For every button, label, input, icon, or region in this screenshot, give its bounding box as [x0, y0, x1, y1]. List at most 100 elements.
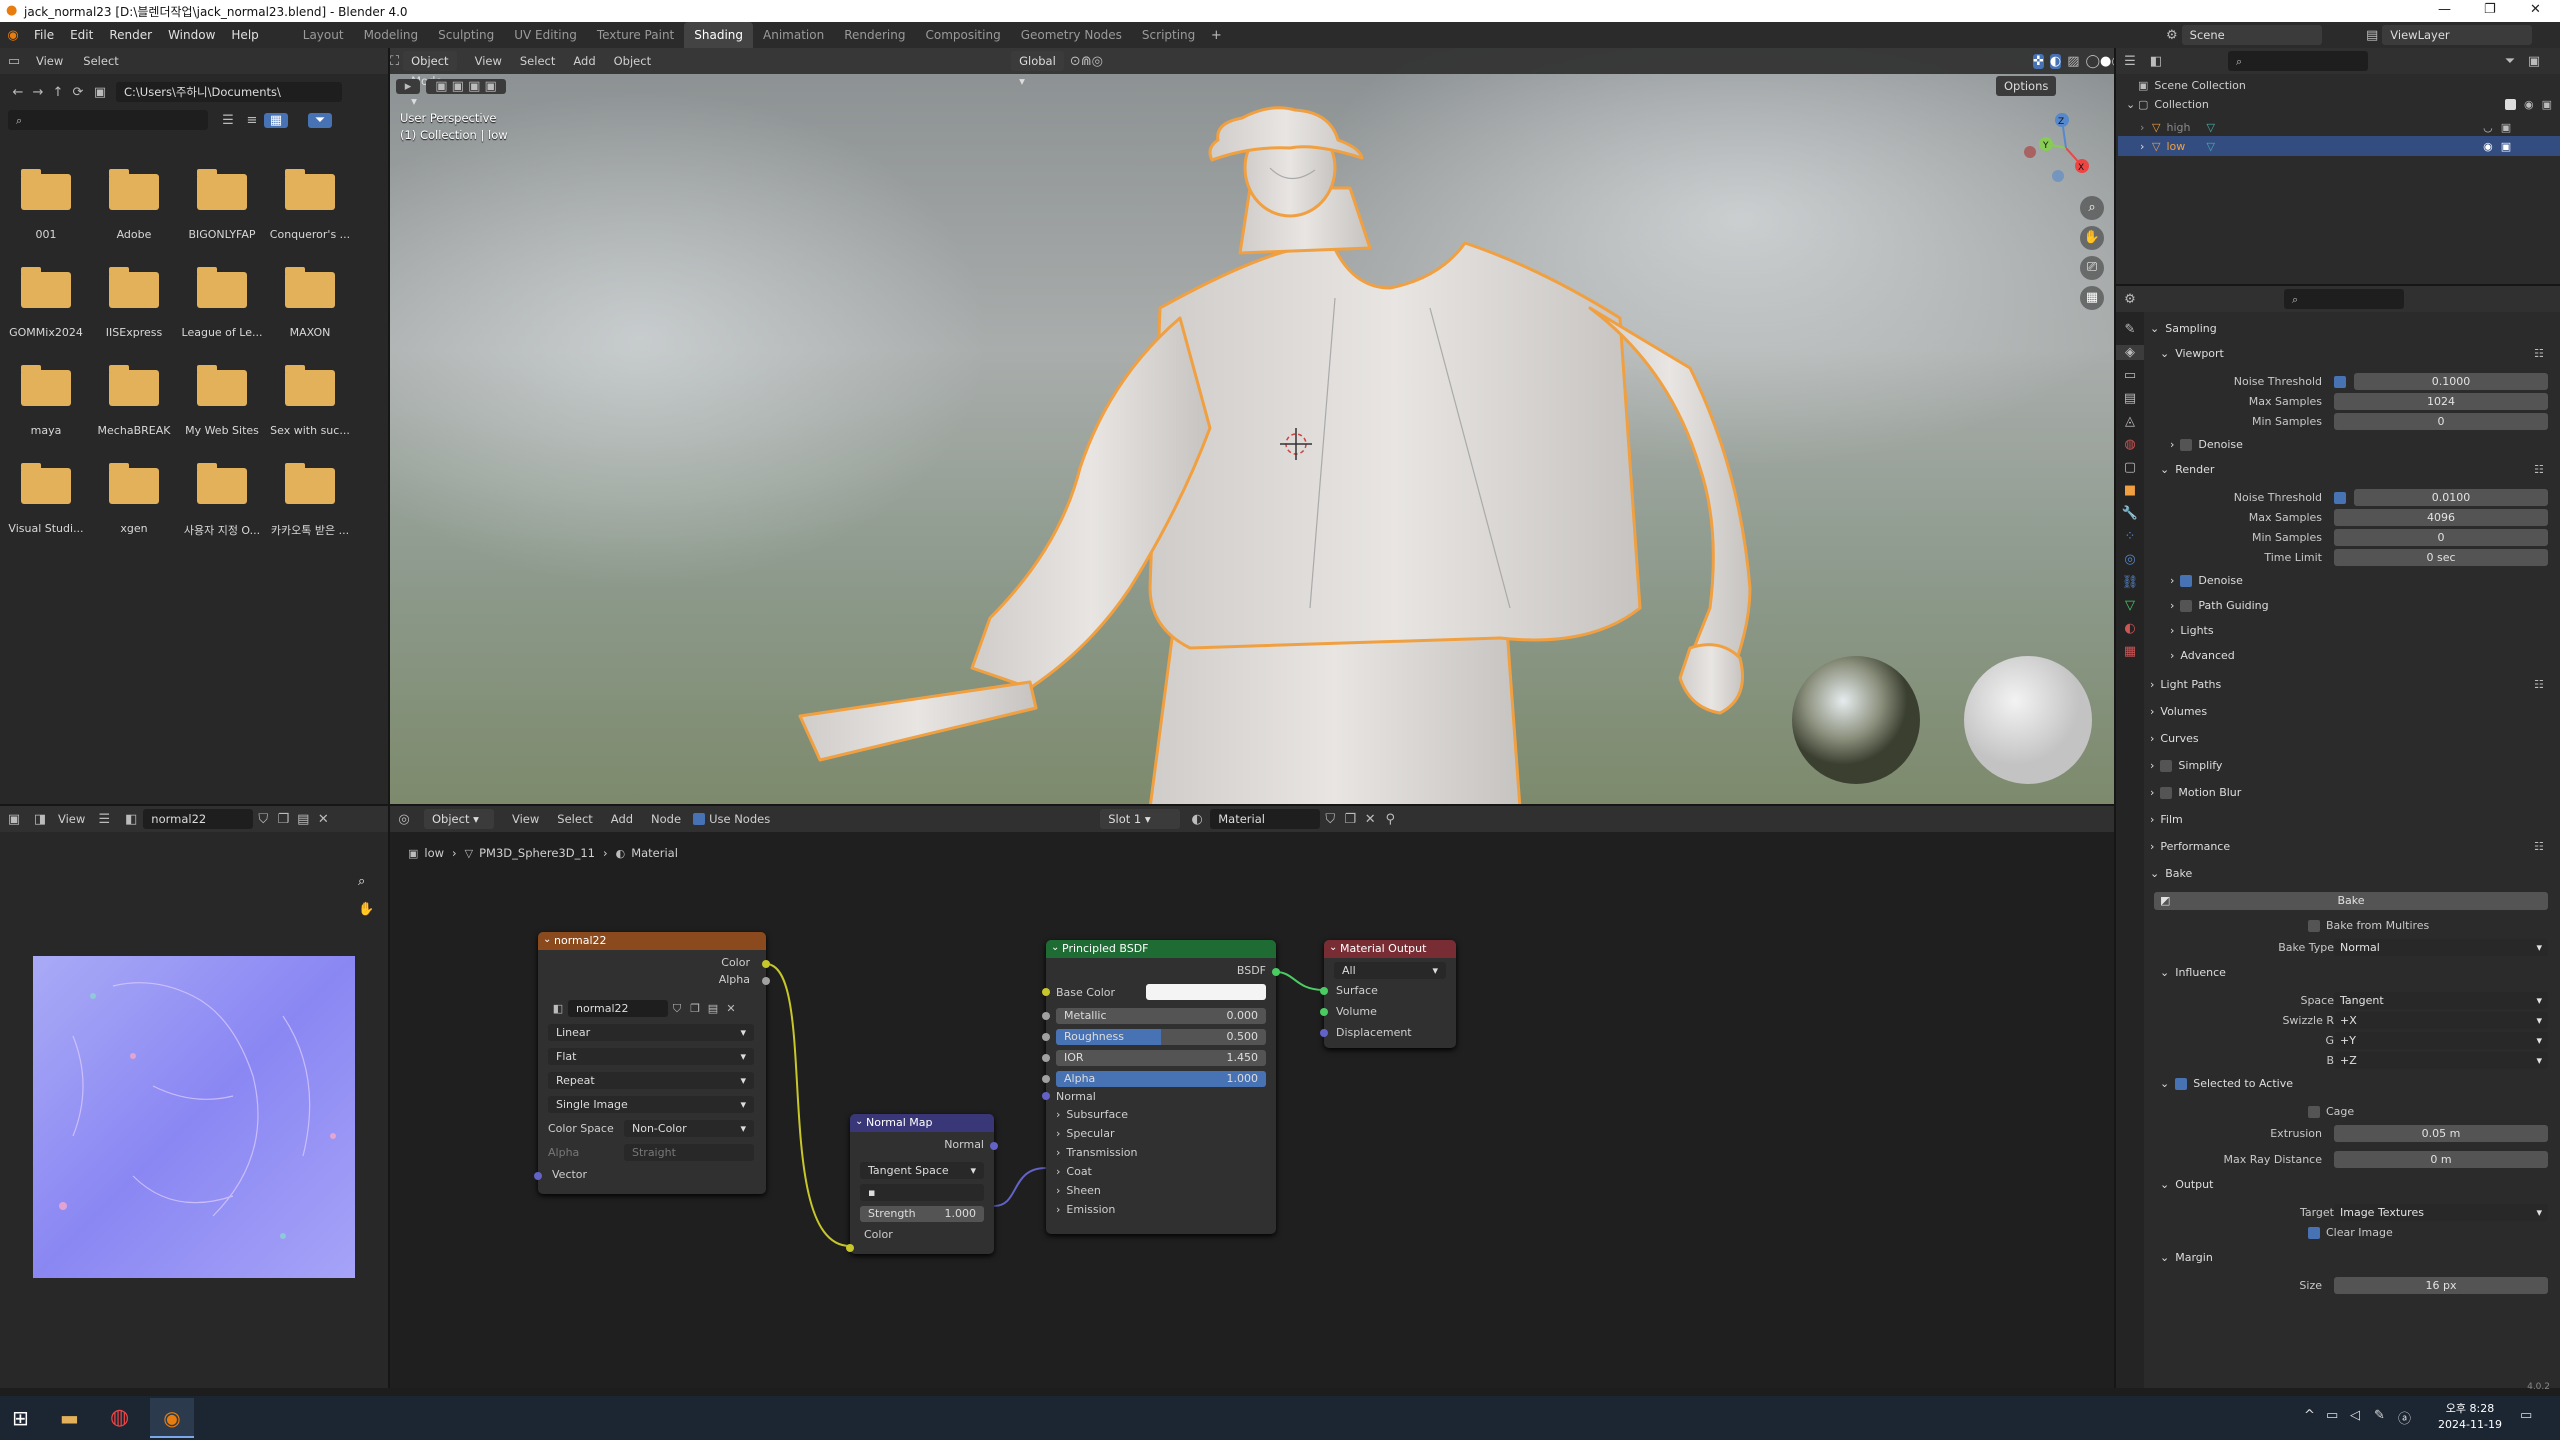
image-browse-icon[interactable]: ◧ — [119, 812, 143, 827]
open-folder-icon[interactable]: ▤ — [293, 812, 313, 827]
menu-edit[interactable]: Edit — [62, 22, 101, 48]
section-light-paths[interactable]: › Light Paths — [2150, 678, 2221, 691]
collection-exclude-checkbox[interactable] — [2504, 99, 2516, 110]
expand-arrow-icon[interactable]: › — [2140, 121, 2152, 134]
image-selector[interactable]: ◧ normal22 ⛉ ❐ ▤ ✕ — [548, 1000, 740, 1017]
bsdf-panel-sheen[interactable]: › Sheen — [1056, 1184, 1101, 1197]
bsdf-field-roughness[interactable]: Roughness 0.500 — [1056, 1029, 1266, 1045]
outliner-item-low[interactable]: › ▽ low ▽ ◉ ▣ — [2118, 136, 2560, 156]
workspace-tab-uv-editing[interactable]: UV Editing — [504, 22, 587, 48]
outliner-search-input[interactable]: ⌕ — [2228, 51, 2368, 71]
folder-item[interactable]: Sex with suc... — [266, 354, 354, 452]
forward-arrow-icon[interactable]: → — [28, 85, 48, 100]
out-color-socket[interactable] — [762, 960, 770, 968]
scene-tab-icon[interactable]: ◬ — [2116, 414, 2144, 429]
folder-item[interactable]: IISExpress — [90, 256, 178, 354]
filter-icon[interactable]: ⏷ — [2498, 54, 2522, 69]
folder-item[interactable]: GOMMix2024 — [2, 256, 90, 354]
scene-selector[interactable]: ⚙ Scene — [2166, 25, 2322, 45]
bsdf-panel-emission[interactable]: › Emission — [1056, 1203, 1115, 1216]
area-divider[interactable] — [0, 804, 2114, 806]
prop-value-field[interactable]: 1024 — [2334, 393, 2548, 410]
world-tab-icon[interactable]: ◍ — [2116, 437, 2144, 452]
bsdf-field-metallic[interactable]: Metallic 0.000 — [1056, 1008, 1266, 1024]
section-performance[interactable]: › Performance — [2150, 840, 2230, 853]
bsdf-panel-coat[interactable]: › Coat — [1056, 1165, 1092, 1178]
shader-node-editor[interactable]: ◎ Object ▾ View Select Add Node Use Nodes S… — [390, 806, 2114, 1388]
base-color-swatch[interactable] — [1146, 984, 1266, 1000]
output-target-dropdown[interactable]: All ▾ — [1334, 962, 1446, 979]
bsdf-input-socket[interactable] — [1042, 1012, 1050, 1020]
bsdf-output-socket[interactable] — [1272, 968, 1280, 976]
section-simplify[interactable]: › Simplify — [2150, 759, 2222, 772]
section-render[interactable]: ⌄ Render — [2160, 463, 2214, 476]
render-camera-icon[interactable]: ▣ — [2497, 121, 2515, 134]
bsdf-panel-subsurface[interactable]: › Subsurface — [1056, 1108, 1128, 1121]
folder-item[interactable]: Adobe — [90, 158, 178, 256]
object-tab-icon[interactable]: ■ — [2116, 483, 2144, 498]
section-r-advanced[interactable]: › Advanced — [2170, 649, 2235, 662]
section-selected-to-active[interactable]: ⌄ Selected to Active — [2160, 1077, 2293, 1090]
editor-type-icon[interactable]: ☰ — [2116, 54, 2144, 69]
open-folder-icon[interactable]: ▤ — [704, 1002, 722, 1015]
bsdf-field-alpha[interactable]: Alpha 1.000 — [1056, 1071, 1266, 1087]
folder-item[interactable]: BIGONLYFAP — [178, 158, 266, 256]
minimize-icon[interactable]: — — [2438, 2, 2451, 17]
prop-value-field[interactable]: 0 sec — [2334, 549, 2548, 566]
file-select-menu[interactable]: Select — [83, 54, 118, 68]
material-output-node[interactable]: Material Output ⌄ All ▾ Surface Volume Disp… — [1320, 940, 1456, 1048]
prop-value-field[interactable]: Normal ▾ — [2334, 939, 2548, 956]
bsdf-field-ior[interactable]: IOR 1.450 — [1056, 1050, 1266, 1066]
chrome-icon[interactable]: ◍ — [110, 1405, 129, 1430]
bsdf-panel-specular[interactable]: › Specular — [1056, 1127, 1114, 1140]
ime-icon[interactable]: ⓐ — [2398, 1408, 2411, 1427]
list-menu-icon[interactable]: ☷ — [2534, 840, 2544, 853]
section-margin[interactable]: ⌄ Margin — [2160, 1251, 2213, 1264]
menu-window[interactable]: Window — [160, 22, 223, 48]
bsdf-input-socket[interactable] — [1042, 1054, 1050, 1062]
area-divider[interactable] — [2114, 48, 2116, 1388]
extension-dropdown[interactable]: Repeat ▾ — [548, 1072, 754, 1089]
normal-map-node[interactable]: Normal Map ⌄ Normal Tangent Space ▾ ▪ Str… — [846, 1114, 998, 1254]
scene-name-field[interactable]: Scene — [2181, 25, 2322, 45]
section-checkbox[interactable] — [2160, 760, 2173, 772]
workspace-tab-animation[interactable]: Animation — [753, 22, 834, 48]
section-r-lights[interactable]: › Lights — [2170, 624, 2214, 637]
prop-value-field[interactable]: 0 m — [2334, 1151, 2548, 1168]
folder-item[interactable]: 사용자 지정 O... — [178, 452, 266, 550]
expand-arrow-icon[interactable]: › — [2140, 140, 2152, 153]
bsdf-input-socket[interactable] — [1042, 1033, 1050, 1041]
list-menu-icon[interactable]: ☷ — [2534, 463, 2544, 476]
fake-user-icon[interactable]: ⛉ — [668, 1002, 686, 1016]
collection-row[interactable]: ⌄ ▢ Collection ◉ ▣ — [2126, 98, 2560, 111]
unlink-icon[interactable]: ✕ — [313, 812, 333, 827]
section-checkbox[interactable] — [2180, 600, 2193, 612]
section-curves[interactable]: › Curves — [2150, 732, 2199, 745]
viewlayer-selector[interactable]: ▤ ViewLayer — [2366, 25, 2533, 45]
unlink-icon[interactable]: ✕ — [722, 1002, 740, 1015]
output-title[interactable]: Material Output — [1324, 940, 1456, 958]
section-checkbox[interactable] — [2180, 439, 2193, 451]
menu-hamburger-icon[interactable]: ☰ — [93, 812, 115, 827]
gizmo-neg-z-icon[interactable] — [2052, 170, 2064, 182]
gizmo-neg-x-icon[interactable] — [2024, 146, 2036, 158]
section-output[interactable]: ⌄ Output — [2160, 1178, 2213, 1191]
color-space-dropdown[interactable]: Non-Color ▾ — [624, 1120, 754, 1137]
render-camera-icon[interactable]: ▣ — [2538, 98, 2556, 111]
texture-tab-icon[interactable]: ▦ — [2116, 644, 2144, 659]
prop-value-field[interactable]: +Y ▾ — [2334, 1032, 2548, 1049]
list-menu-icon[interactable]: ☷ — [2534, 347, 2544, 360]
workspace-tab-compositing[interactable]: Compositing — [915, 22, 1010, 48]
normal-input-socket[interactable] — [1042, 1092, 1050, 1100]
projection-dropdown[interactable]: Flat ▾ — [548, 1048, 754, 1065]
area-divider[interactable] — [388, 48, 390, 1388]
prop-checkbox[interactable] — [2308, 1227, 2320, 1239]
section-viewport[interactable]: ⌄ Viewport — [2160, 347, 2224, 360]
render-camera-icon[interactable]: ▣ — [2497, 140, 2515, 153]
prop-checkbox[interactable] — [2308, 920, 2320, 932]
modifier-tab-icon[interactable]: 🔧 — [2116, 506, 2144, 521]
list-menu-icon[interactable]: ☷ — [2534, 678, 2544, 691]
physics-tab-icon[interactable]: ◎ — [2116, 552, 2144, 567]
prop-value-field[interactable]: 16 px — [2334, 1277, 2548, 1294]
folder-item[interactable]: Visual Studi... — [2, 452, 90, 550]
